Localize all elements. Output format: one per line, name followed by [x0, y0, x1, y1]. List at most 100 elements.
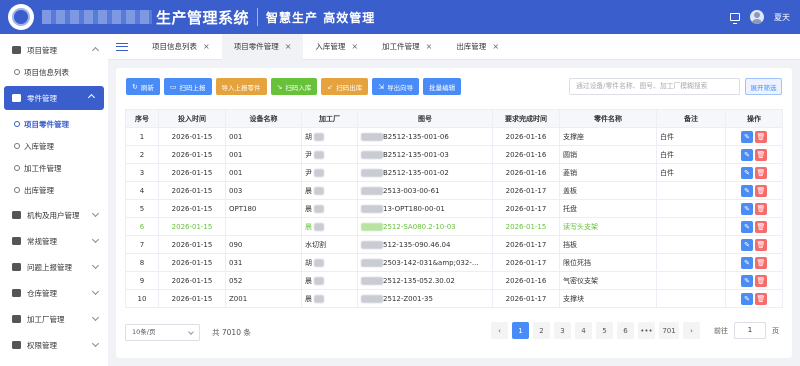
button-label: 刷新 — [140, 83, 154, 92]
sidebar-item-outbound[interactable]: 出库管理 — [0, 179, 108, 201]
page-button[interactable]: 6 — [617, 322, 634, 339]
tab-project-parts[interactable]: 项目零件管理 × — [221, 33, 304, 60]
scan-in-button[interactable]: ↘ 扫码入库 — [270, 78, 318, 95]
edit-icon[interactable]: ✎ — [741, 220, 753, 233]
sidebar-group-warehouse[interactable]: 仓库管理 — [0, 282, 108, 304]
menu-toggle-icon[interactable] — [116, 42, 128, 51]
sidebar-item-label: 加工厂管理 — [27, 314, 65, 324]
note — [656, 289, 726, 308]
search-input[interactable]: 通过设备/零件名称、图号、加工厂模糊搜索 — [569, 78, 740, 95]
device-name-text: 001 — [229, 132, 243, 141]
page-button[interactable]: 2 — [533, 322, 550, 339]
refresh-icon: ↻ — [132, 82, 138, 91]
edit-icon[interactable]: ✎ — [741, 148, 753, 161]
edit-icon[interactable]: ✎ — [741, 130, 753, 143]
page-button[interactable]: 4 — [575, 322, 592, 339]
tab-project-list[interactable]: 项目信息列表 × — [140, 34, 222, 60]
page-size-select[interactable]: 10条/页 — [125, 323, 200, 341]
delete-icon[interactable]: 🗑 — [755, 256, 767, 269]
edit-icon[interactable]: ✎ — [741, 166, 753, 179]
button-label: 扫码出库 — [336, 83, 363, 92]
row-number-text: 5 — [139, 204, 145, 213]
button-label: 导入上报零件 — [221, 83, 261, 92]
tab-outbound[interactable]: 出库管理 × — [444, 34, 511, 60]
row-number: 5 — [125, 199, 159, 218]
parts-icon — [12, 94, 21, 102]
delete-icon[interactable]: 🗑 — [755, 184, 767, 197]
due-date-text: 2026-01-16 — [505, 168, 547, 177]
goto-page-input[interactable]: 1 — [734, 322, 766, 339]
import-parts-button[interactable]: 导入上报零件 — [215, 78, 267, 95]
prev-page-button[interactable]: ‹ — [491, 322, 508, 339]
device-name: 001 — [225, 163, 302, 182]
drawing-number: 2503-142-031&amp;032-... — [357, 253, 493, 272]
drawing-number: 13-OPT180-00-01 — [357, 199, 493, 218]
sidebar-group-org[interactable]: 机构及用户管理 — [0, 204, 108, 226]
edit-icon[interactable]: ✎ — [741, 238, 753, 251]
sidebar-group-project[interactable]: 项目管理 — [0, 39, 108, 61]
sidebar-item-project-parts[interactable]: 项目零件管理 — [0, 113, 108, 135]
input-date-text: 2026-01-15 — [171, 132, 213, 141]
delete-icon[interactable]: 🗑 — [755, 202, 767, 215]
expand-filter-button[interactable]: 展开筛选 — [745, 78, 782, 95]
delete-icon[interactable]: 🗑 — [755, 292, 767, 305]
edit-icon[interactable]: ✎ — [741, 184, 753, 197]
close-icon[interactable]: × — [492, 42, 499, 51]
edit-icon[interactable]: ✎ — [741, 202, 753, 215]
edit-icon[interactable]: ✎ — [741, 256, 753, 269]
scan-out-button[interactable]: ↙ 扫码出库 — [321, 78, 369, 95]
export-guide-button[interactable]: ⇲ 导出向导 — [372, 78, 420, 95]
sidebar-item-project-list[interactable]: 项目信息列表 — [0, 61, 108, 83]
input-date: 2026-01-15 — [158, 289, 226, 308]
delete-icon[interactable]: 🗑 — [755, 238, 767, 251]
edit-icon[interactable]: ✎ — [741, 274, 753, 287]
row-number-text: 10 — [137, 294, 147, 303]
drawing-number: 2512-135-052.30.02 — [357, 271, 493, 290]
close-icon[interactable]: × — [285, 42, 292, 51]
refresh-button[interactable]: ↻ 刷新 — [126, 78, 160, 95]
drawing-number: 2513-003-00-61 — [357, 181, 493, 200]
fullscreen-icon[interactable] — [730, 13, 740, 24]
redacted-text — [361, 150, 383, 159]
page-button[interactable]: 701 — [659, 322, 679, 339]
device-name-text: OPT180 — [229, 204, 257, 213]
more-pages-button[interactable]: ••• — [638, 322, 655, 339]
due-date-text: 2026-01-17 — [505, 258, 547, 267]
sidebar-group-general[interactable]: 常规管理 — [0, 230, 108, 252]
close-icon[interactable]: × — [426, 42, 433, 51]
close-icon[interactable]: × — [351, 42, 358, 51]
batch-edit-button[interactable]: 批量编辑 — [423, 78, 462, 95]
page-button[interactable]: 3 — [554, 322, 571, 339]
delete-icon[interactable]: 🗑 — [755, 274, 767, 287]
due-date-text: 2026-01-17 — [505, 240, 547, 249]
tab-processing[interactable]: 加工件管理 × — [370, 34, 444, 60]
edit-icon[interactable]: ✎ — [741, 292, 753, 305]
sidebar-item-label: 入库管理 — [24, 141, 54, 151]
close-icon[interactable]: × — [203, 42, 210, 51]
sidebar-item-processing[interactable]: 加工件管理 — [0, 157, 108, 179]
sidebar-group-parts[interactable]: 零件管理 — [4, 86, 104, 110]
delete-icon[interactable]: 🗑 — [755, 148, 767, 161]
sidebar-group-factory[interactable]: 加工厂管理 — [0, 308, 108, 330]
delete-icon[interactable]: 🗑 — [755, 130, 767, 143]
sidebar-item-inbound[interactable]: 入库管理 — [0, 135, 108, 157]
redacted-text — [314, 294, 324, 303]
device-name: 090 — [225, 235, 302, 254]
tab-inbound[interactable]: 入库管理 × — [303, 34, 370, 60]
due-date: 2026-01-17 — [492, 289, 560, 308]
part-name: 托盘 — [559, 199, 657, 218]
scan-upload-button[interactable]: ▭ 扫码上报 — [163, 78, 212, 95]
chevron-down-icon — [91, 313, 100, 322]
delete-icon[interactable]: 🗑 — [755, 166, 767, 179]
sidebar-group-issues[interactable]: 问题上报管理 — [0, 256, 108, 278]
row-number-text: 6 — [139, 222, 145, 231]
page-button[interactable]: 1 — [512, 322, 529, 339]
username[interactable]: 夏天 — [774, 12, 790, 23]
redacted-text — [314, 222, 324, 231]
device-name: 031 — [225, 253, 302, 272]
next-page-button[interactable]: › — [683, 322, 700, 339]
avatar[interactable] — [750, 10, 764, 24]
sidebar-group-permissions[interactable]: 权限管理 — [0, 334, 108, 356]
delete-icon[interactable]: 🗑 — [755, 220, 767, 233]
page-button[interactable]: 5 — [596, 322, 613, 339]
